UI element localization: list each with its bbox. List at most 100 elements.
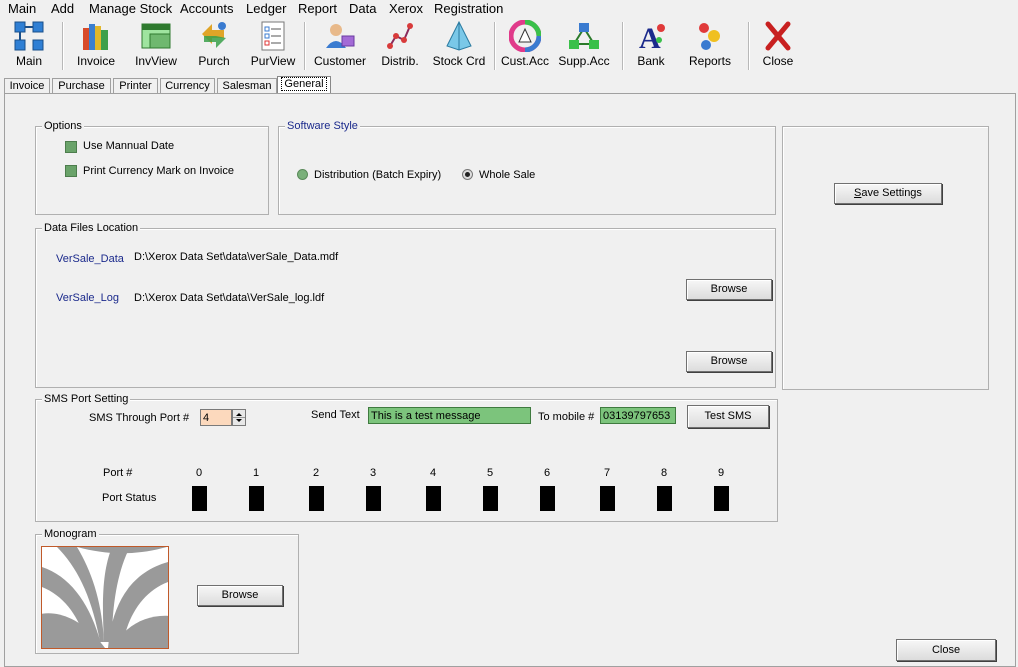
port-number: 0 — [195, 467, 203, 479]
toolbar-purch-button[interactable]: Purch — [192, 18, 236, 72]
toolbar-invview-button[interactable]: InvView — [130, 18, 182, 72]
grid-icon — [14, 21, 44, 51]
toolbar-reports-button[interactable]: Reports — [686, 18, 734, 72]
menu-manage-stock[interactable]: Manage Stock — [89, 1, 172, 17]
port-number: 1 — [252, 467, 260, 479]
toolbar-label: Close — [762, 54, 794, 68]
port-status-indicator — [366, 486, 381, 511]
browse-data-button[interactable]: Browse — [686, 279, 772, 300]
mobile-input[interactable]: 03139797653 — [600, 407, 676, 424]
toolbar-supp-acc-button[interactable]: Supp.Acc — [558, 18, 610, 72]
versale-log-label: VerSale_Log — [56, 292, 119, 304]
tab-purchase[interactable]: Purchase — [52, 78, 111, 94]
print-currency-label: Print Currency Mark on Invoice — [83, 165, 234, 177]
port-number: 9 — [717, 467, 725, 479]
customer-icon — [326, 24, 355, 48]
browse-log-button[interactable]: Browse — [686, 351, 772, 372]
menu-bar: Main Add Manage Stock Accounts Ledger Re… — [0, 0, 1018, 18]
menu-report[interactable]: Report — [298, 1, 337, 17]
toolbar-close-button[interactable]: Close — [756, 18, 800, 72]
toolbar-bank-button[interactable]: A Bank — [630, 18, 672, 72]
port-status-indicator — [714, 486, 729, 511]
menu-ledger[interactable]: Ledger — [246, 1, 286, 17]
color-wheel-icon — [509, 20, 541, 52]
port-status-indicator — [249, 486, 264, 511]
software-style-group: Software Style Distribution (Batch Expir… — [278, 119, 776, 215]
menu-accounts[interactable]: Accounts — [180, 1, 233, 17]
monogram-title: Monogram — [42, 527, 99, 541]
port-status-indicator — [657, 486, 672, 511]
toolbar-separator — [494, 22, 496, 70]
toolbar-customer-button[interactable]: Customer — [312, 18, 368, 72]
send-text-input[interactable]: This is a test message — [368, 407, 531, 424]
toolbar-label: InvView — [135, 54, 177, 68]
menu-main[interactable]: Main — [8, 1, 36, 17]
port-number: 6 — [543, 467, 551, 479]
port-status-indicator — [540, 486, 555, 511]
port-status-indicator — [483, 486, 498, 511]
distribution-label: Distribution (Batch Expiry) — [314, 169, 442, 181]
toolbar-label: Customer — [313, 54, 366, 68]
port-status-indicator — [309, 486, 324, 511]
monogram-image[interactable] — [41, 546, 169, 649]
toolbar-cust-acc-button[interactable]: Cust.Acc — [500, 18, 550, 72]
spinner-arrows-icon — [233, 413, 245, 422]
toolbar-label: Stock Crd — [432, 54, 486, 68]
use-manual-date-label: Use Mannual Date — [83, 140, 175, 152]
books-icon — [83, 24, 108, 50]
tab-currency[interactable]: Currency — [160, 78, 215, 94]
options-group: Options Use Mannual Date Print Currency … — [35, 119, 269, 215]
toolbar-distrib-button[interactable]: Distrib. — [378, 18, 422, 72]
port-status-indicator — [192, 486, 207, 511]
versale-data-path: D:\Xerox Data Set\data\verSale_Data.mdf — [134, 251, 339, 263]
monogram-browse-button[interactable]: Browse — [197, 585, 283, 606]
save-settings-button[interactable]: Save Settings — [834, 183, 942, 204]
menu-data[interactable]: Data — [349, 1, 376, 17]
toolbar-label: Distrib. — [381, 54, 419, 68]
toolbar-main-button[interactable]: Main — [6, 18, 52, 72]
wholesale-radio[interactable] — [462, 169, 473, 180]
tab-printer[interactable]: Printer — [113, 78, 158, 94]
tab-salesman[interactable]: Salesman — [217, 78, 277, 94]
software-style-title: Software Style — [285, 119, 360, 133]
network-icon — [569, 23, 599, 49]
toolbar-invoice-button[interactable]: Invoice — [72, 18, 120, 72]
toolbar-label: Invoice — [76, 54, 116, 68]
reports-icon — [699, 23, 720, 50]
menu-registration[interactable]: Registration — [434, 1, 503, 17]
print-currency-checkbox[interactable] — [65, 165, 77, 177]
toolbar-label: PurView — [250, 54, 296, 68]
wholesale-label: Whole Sale — [479, 169, 536, 181]
toolbar-label: Bank — [637, 54, 665, 68]
options-title: Options — [42, 119, 84, 133]
versale-log-path: D:\Xerox Data Set\data\VerSale_log.ldf — [134, 292, 325, 304]
sms-port-input[interactable]: 4 — [200, 409, 232, 426]
menu-add[interactable]: Add — [51, 1, 74, 17]
monogram-logo-icon — [42, 547, 168, 648]
distribution-radio[interactable] — [297, 169, 308, 180]
window-icon — [141, 23, 171, 49]
port-number: 7 — [603, 467, 611, 479]
toolbar-purview-button[interactable]: PurView — [248, 18, 298, 72]
to-mobile-label: To mobile # — [538, 411, 595, 423]
port-status-indicator — [600, 486, 615, 511]
close-x-icon — [765, 21, 791, 51]
pyramid-icon — [446, 20, 472, 51]
toolbar-label: Cust.Acc — [500, 54, 549, 68]
menu-xerox[interactable]: Xerox — [389, 1, 423, 17]
arrows-icon — [202, 22, 226, 48]
bank-letter-icon: A — [639, 22, 665, 52]
port-number: 5 — [486, 467, 494, 479]
test-sms-button[interactable]: Test SMS — [687, 405, 769, 428]
sms-port-spinner[interactable] — [232, 409, 246, 426]
sms-port-group: SMS Port Setting SMS Through Port # 4 Se… — [35, 392, 778, 522]
tab-general[interactable]: General — [277, 76, 331, 94]
toolbar-stock-crd-button[interactable]: Stock Crd — [430, 18, 488, 72]
port-number-label: Port # — [103, 467, 133, 479]
settings-panel: Save Settings — [782, 126, 989, 390]
close-button[interactable]: Close — [896, 639, 996, 661]
sms-through-port-label: SMS Through Port # — [89, 412, 190, 424]
port-number: 3 — [369, 467, 377, 479]
use-manual-date-checkbox[interactable] — [65, 141, 77, 153]
tab-invoice[interactable]: Invoice — [4, 78, 50, 94]
